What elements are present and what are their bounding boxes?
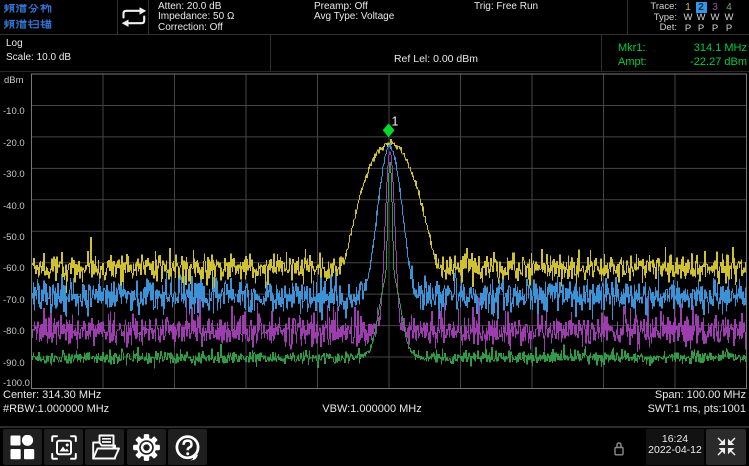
svg-text:1: 1: [392, 115, 399, 129]
